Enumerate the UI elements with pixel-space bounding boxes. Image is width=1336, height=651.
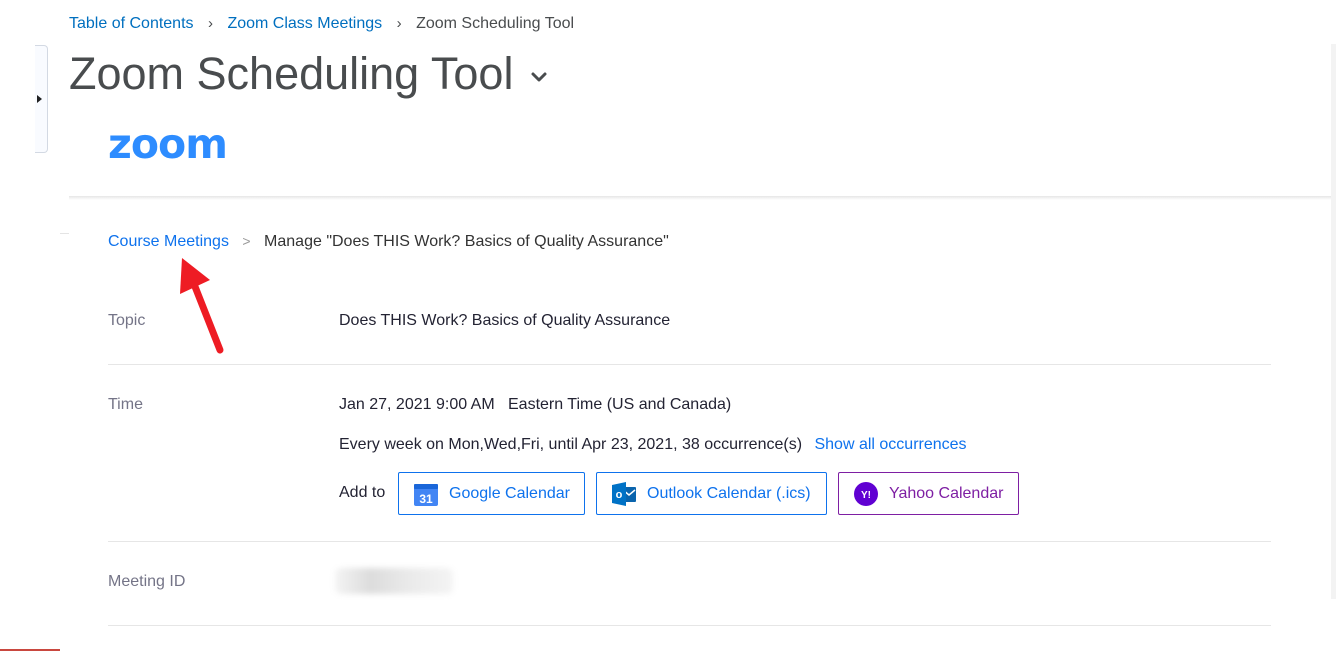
google-calendar-button[interactable]: 31 Google Calendar	[398, 472, 585, 515]
outlook-calendar-label: Outlook Calendar (.ics)	[647, 484, 811, 502]
yahoo-icon: Y!	[853, 481, 879, 507]
caret-right-icon	[37, 95, 42, 103]
time-value: Jan 27, 2021 9:00 AM Eastern Time (US an…	[339, 396, 732, 413]
row-divider	[108, 364, 1271, 365]
outlook-icon: o	[611, 481, 637, 507]
row-divider	[108, 625, 1271, 626]
scrollbar-track[interactable]	[1331, 44, 1336, 599]
outlook-calendar-button[interactable]: o Outlook Calendar (.ics)	[596, 472, 827, 515]
show-all-occurrences-link[interactable]: Show all occurrences	[814, 436, 966, 453]
yahoo-calendar-label: Yahoo Calendar	[889, 484, 1004, 502]
chevron-down-icon[interactable]	[530, 70, 548, 84]
meeting-id-label: Meeting ID	[108, 573, 186, 590]
row-divider	[108, 541, 1271, 542]
breadcrumb-zoom-class-meetings[interactable]: Zoom Class Meetings	[227, 15, 382, 32]
google-calendar-icon: 31	[413, 481, 439, 507]
topic-value: Does THIS Work? Basics of Quality Assura…	[339, 312, 671, 329]
meeting-breadcrumb: Course Meetings > Manage "Does THIS Work…	[108, 231, 669, 252]
topic-label: Topic	[108, 312, 146, 329]
recurrence-text: Every week on Mon,Wed,Fri, until Apr 23,…	[339, 436, 803, 453]
decorative-dash	[60, 233, 69, 234]
outlook-icon-text: o	[616, 489, 623, 501]
yahoo-icon-text: Y!	[861, 490, 871, 501]
time-label: Time	[108, 396, 143, 413]
breadcrumb-separator: >	[242, 233, 251, 249]
add-to-label: Add to	[339, 484, 386, 501]
breadcrumb-chevron-icon: ›	[207, 15, 213, 32]
yahoo-calendar-button[interactable]: Y! Yahoo Calendar	[838, 472, 1019, 515]
meeting-id-value-redacted	[335, 568, 453, 594]
google-calendar-label: Google Calendar	[449, 484, 570, 502]
recurrence-line: Every week on Mon,Wed,Fri, until Apr 23,…	[339, 435, 967, 455]
zoom-logo: zoom	[108, 120, 228, 168]
meeting-breadcrumb-current: Manage "Does THIS Work? Basics of Qualit…	[264, 233, 669, 250]
breadcrumb-current: Zoom Scheduling Tool	[416, 15, 575, 32]
breadcrumb-table-of-contents[interactable]: Table of Contents	[69, 15, 194, 32]
breadcrumb-chevron-icon: ›	[396, 15, 402, 32]
course-meetings-link[interactable]: Course Meetings	[108, 233, 229, 250]
page-title: Zoom Scheduling Tool	[69, 48, 514, 99]
annotation-arrow-icon	[180, 258, 224, 354]
google-calendar-icon-text: 31	[419, 492, 433, 506]
sidebar-toggle[interactable]	[35, 45, 48, 153]
top-breadcrumb: Table of Contents › Zoom Class Meetings …	[69, 14, 574, 34]
header-divider	[69, 196, 1336, 200]
